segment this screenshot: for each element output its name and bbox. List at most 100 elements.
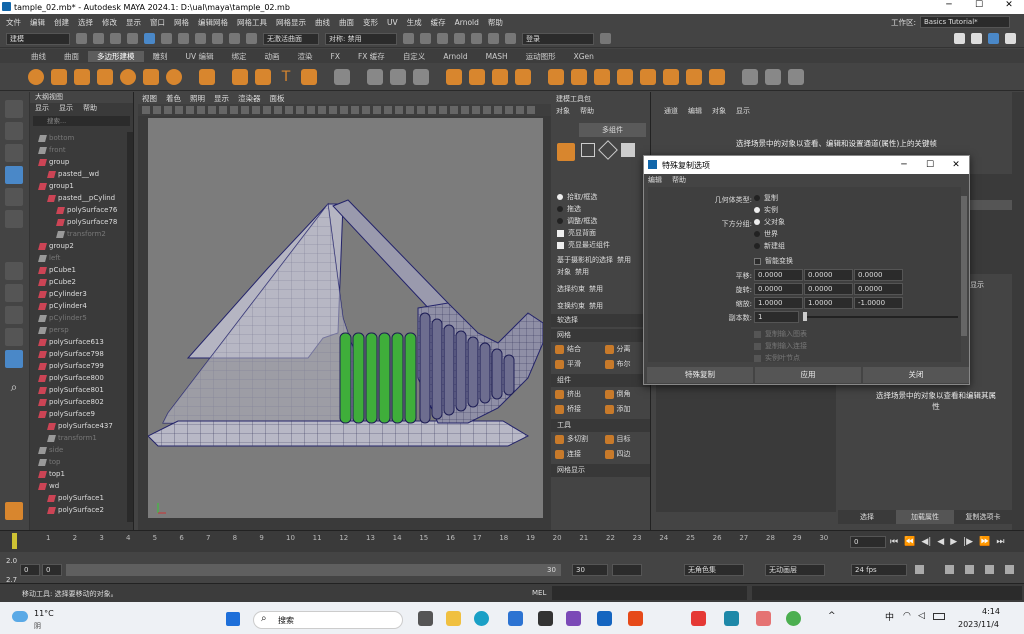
tools-section[interactable]: 工具	[551, 419, 650, 432]
outliner-item[interactable]: side	[30, 444, 127, 456]
rotate-y-field[interactable]: 0.0000	[804, 283, 853, 295]
bevel-icon[interactable]	[594, 68, 610, 85]
multi-component-button[interactable]: 多组件	[579, 123, 646, 137]
step-forward-key-icon[interactable]: ⏩	[979, 537, 990, 547]
copies-field[interactable]: 1	[754, 311, 799, 323]
channel-menu-show[interactable]: 显示	[736, 106, 750, 117]
clock-time[interactable]: 4:14	[982, 607, 1000, 616]
rotate-z-field[interactable]: 0.0000	[854, 283, 903, 295]
smart-transform-checkbox[interactable]: 智能变换	[748, 255, 793, 267]
viewport-tool-icon[interactable]	[483, 106, 491, 114]
menu-10[interactable]: 网格显示	[276, 17, 306, 28]
menu-18[interactable]: 帮助	[488, 17, 503, 28]
anim-layer-select[interactable]: 无动画层	[765, 564, 825, 576]
boolean-icon[interactable]	[515, 68, 531, 85]
step-forward-icon[interactable]: |▶	[963, 537, 973, 547]
quad-draw-button[interactable]: 四边	[601, 447, 651, 462]
soft-select-section[interactable]: 软选择	[551, 314, 650, 327]
shelf-tab-7[interactable]: 渲染	[289, 51, 322, 62]
fps-select[interactable]: 24 fps	[851, 564, 907, 576]
outliner-view-icon[interactable]	[5, 306, 23, 324]
viewport-tool-icon[interactable]	[461, 106, 469, 114]
outliner-item[interactable]: polySurface800	[30, 372, 127, 384]
components-section[interactable]: 组件	[551, 374, 650, 387]
outliner-scrollbar[interactable]	[127, 132, 133, 522]
snap-curve-icon[interactable]	[212, 33, 223, 44]
outlook-icon[interactable]	[597, 611, 612, 626]
outliner-item[interactable]: persp	[30, 324, 127, 336]
outliner-item[interactable]: polySurface799	[30, 360, 127, 372]
arnold-icon[interactable]	[488, 33, 499, 44]
viewport-tool-icon[interactable]	[164, 106, 172, 114]
outliner-item[interactable]: polySurface802	[30, 396, 127, 408]
instance-leaf-checkbox[interactable]: 实例叶节点	[748, 352, 800, 364]
app-icon-1[interactable]	[538, 611, 553, 626]
menu-16[interactable]: 缓存	[431, 17, 446, 28]
dialog-scrollbar[interactable]	[961, 196, 967, 336]
radio-world[interactable]: 世界	[748, 228, 778, 240]
tutorial-icon[interactable]	[5, 502, 23, 520]
viewport-tool-icon[interactable]	[263, 106, 271, 114]
radio-tweak-marquee[interactable]: 调整/框选	[551, 215, 650, 227]
maximize-button[interactable]: ☐	[964, 0, 994, 10]
tab-load-attributes[interactable]: 加载属性	[896, 510, 954, 524]
viewport-canvas[interactable]	[147, 118, 544, 518]
multicut-button[interactable]: 多切割	[551, 432, 601, 447]
ipr-render-icon[interactable]	[420, 33, 431, 44]
outliner-item[interactable]: bottom	[30, 132, 127, 144]
prefs-icon[interactable]	[985, 565, 994, 574]
multicut-icon[interactable]	[742, 68, 758, 85]
key-icon[interactable]	[945, 565, 954, 574]
translate-z-field[interactable]: 0.0000	[854, 269, 903, 281]
copies-slider[interactable]	[803, 316, 958, 318]
taskbar-search[interactable]: ⌕ 搜索	[253, 611, 403, 629]
outliner-item[interactable]: wd	[30, 480, 127, 492]
go-start-icon[interactable]: ⏮	[890, 537, 898, 547]
lasso-tool-icon[interactable]	[5, 122, 23, 140]
counter-icon[interactable]	[413, 68, 429, 85]
shelf-tab-4[interactable]: UV 编辑	[177, 51, 223, 62]
start-icon[interactable]	[226, 612, 240, 626]
dup-input-graph-checkbox[interactable]: 复制输入图表	[748, 328, 807, 340]
outliner-item[interactable]: pCube2	[30, 276, 127, 288]
layout-view-icon[interactable]	[5, 350, 23, 368]
render-icon[interactable]	[403, 33, 414, 44]
rotate-tool-icon[interactable]	[5, 188, 23, 206]
clock-date[interactable]: 2023/11/4	[958, 620, 999, 629]
disc-icon[interactable]	[166, 68, 182, 85]
snap-point-icon[interactable]	[229, 33, 240, 44]
character-set-select[interactable]: 无角色集	[684, 564, 744, 576]
render-settings-icon[interactable]	[437, 33, 448, 44]
viewport-tool-icon[interactable]	[395, 106, 403, 114]
two-view-icon[interactable]	[5, 328, 23, 346]
outliner-menu-display[interactable]: 显示	[35, 103, 49, 114]
mtk-menu-object[interactable]: 对象	[556, 106, 570, 117]
shelf-tab-3[interactable]: 雕刻	[144, 51, 177, 62]
current-frame-field[interactable]: 0	[850, 536, 886, 548]
menu-9[interactable]: 网格工具	[237, 17, 267, 28]
menu-11[interactable]: 曲线	[315, 17, 330, 28]
cone-icon[interactable]	[97, 68, 113, 85]
shelf-tab-13[interactable]: 运动图形	[517, 51, 565, 62]
select-object-icon[interactable]	[161, 33, 172, 44]
check-backface[interactable]: 亮显背面	[551, 227, 650, 239]
outliner-item[interactable]: transform2	[30, 228, 127, 240]
step-back-key-icon[interactable]: ⏪	[904, 537, 915, 547]
viewport-tool-icon[interactable]	[175, 106, 183, 114]
add-divisions-button[interactable]: 添加	[601, 402, 651, 417]
viewport-tool-icon[interactable]	[142, 106, 150, 114]
step-back-icon[interactable]: ◀|	[921, 537, 931, 547]
menu-14[interactable]: UV	[387, 18, 398, 27]
outliner-item[interactable]: top	[30, 456, 127, 468]
outliner-item[interactable]: polySurface798	[30, 348, 127, 360]
shelf-tab-8[interactable]: FX	[322, 52, 349, 61]
viewport-tool-icon[interactable]	[340, 106, 348, 114]
face-mode-icon[interactable]	[621, 143, 635, 157]
anim-prefs-icon[interactable]	[1005, 565, 1014, 574]
shelf-tab-11[interactable]: Arnold	[434, 52, 476, 61]
scale-z-field[interactable]: -1.0000	[854, 297, 903, 309]
outliner-item[interactable]: transform1	[30, 432, 127, 444]
object-symmetry[interactable]: 对象 禁用	[551, 266, 650, 278]
menu-0[interactable]: 文件	[6, 17, 21, 28]
type-icon[interactable]: T	[278, 69, 294, 85]
